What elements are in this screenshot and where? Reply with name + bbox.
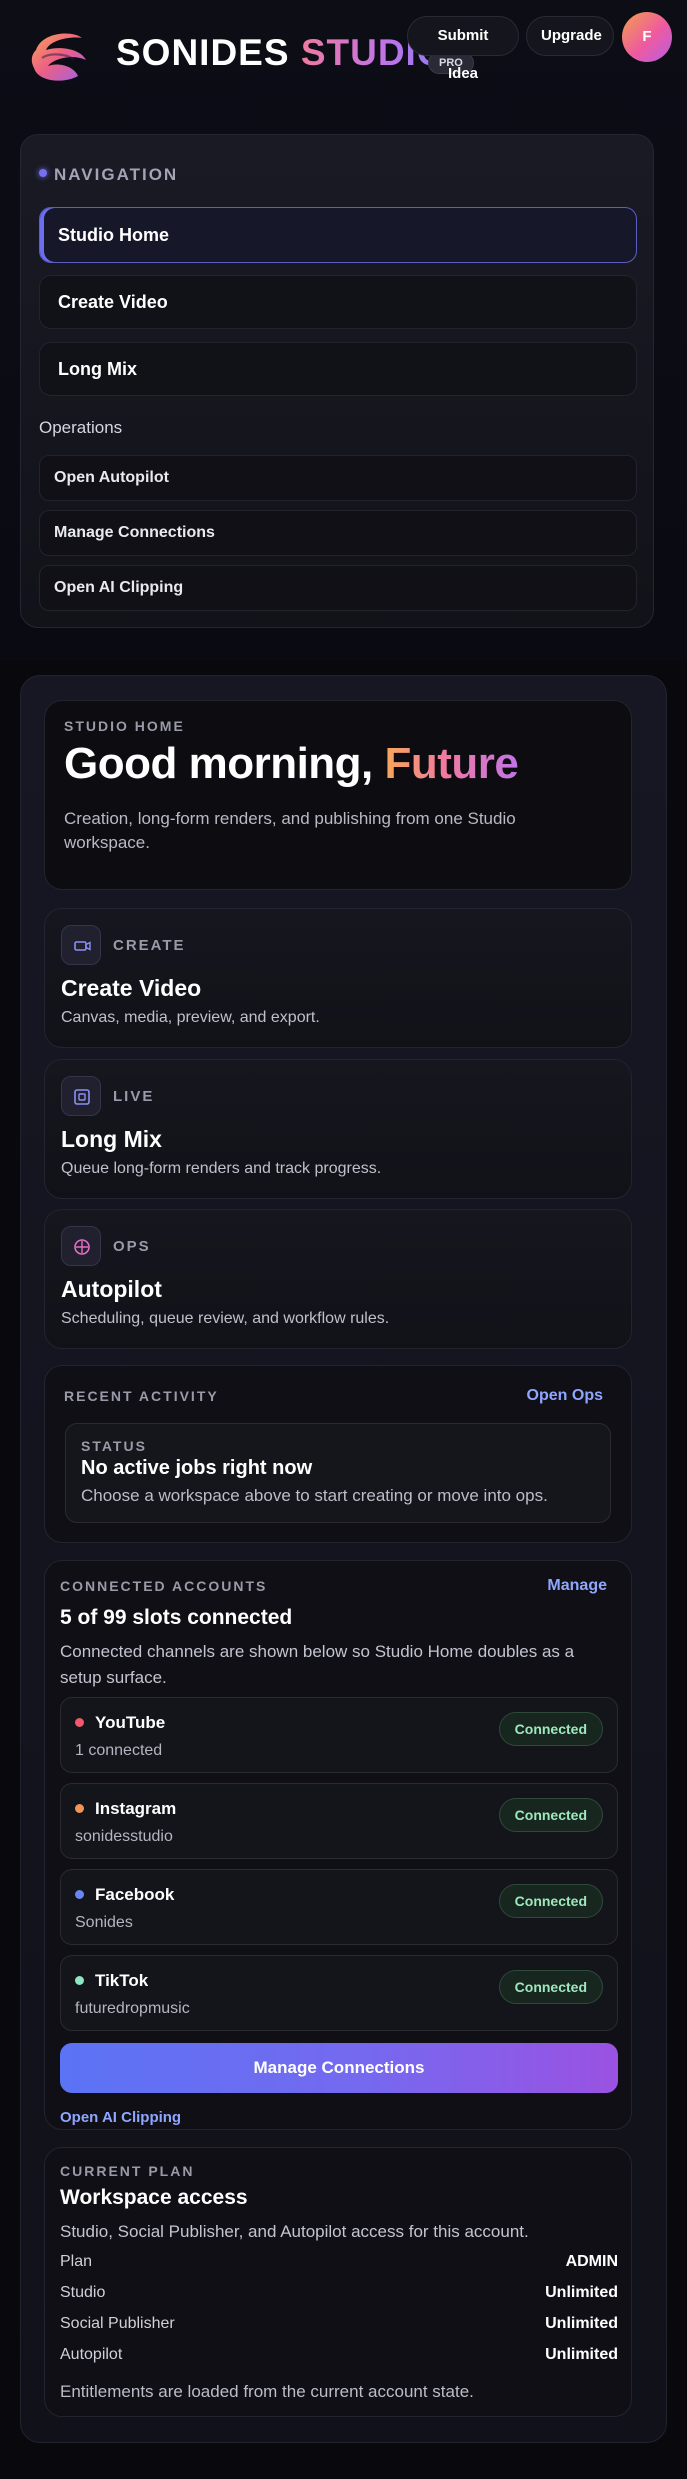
plan-description: Studio, Social Publisher, and Autopilot … [60,2222,529,2241]
nav-op-manage-connections[interactable]: Manage Connections [39,510,637,556]
upgrade-button[interactable]: Upgrade [526,16,614,56]
account-detail: sonidesstudio [75,1828,173,1845]
status-dot-icon [39,169,47,177]
nav-op-open-ai-clipping[interactable]: Open AI Clipping [39,565,637,611]
recent-activity-heading: RECENT ACTIVITY [64,1388,219,1404]
accounts-description: Connected channels are shown below so St… [60,1642,575,1687]
greeting-card: STUDIO HOME Good morning, Future Creatio… [44,700,632,890]
feature-description: Scheduling, queue review, and workflow r… [61,1310,390,1327]
account-row-facebook[interactable]: Facebook Sonides Connected [60,1869,618,1945]
account-detail: futuredropmusic [75,2000,190,2017]
slots-connected-title: 5 of 99 slots connected [60,1606,293,1629]
account-detail: Sonides [75,1914,133,1931]
submit-idea-button[interactable]: Submit Idea [407,16,519,82]
nav-item-studio-home[interactable]: Studio Home [39,207,637,263]
nav-item-create-video[interactable]: Create Video [39,275,637,329]
account-row-tiktok[interactable]: TikTok futuredropmusic Connected [60,1955,618,2031]
feature-title: Create Video [61,975,202,1001]
operations-label: Operations [39,418,123,437]
plan-row-value: Unlimited [545,2284,618,2301]
account-name: Instagram [95,1799,177,1818]
nav-op-label: Open Autopilot [54,469,169,486]
feature-description: Canvas, media, preview, and export. [61,1009,320,1026]
nav-op-label: Open AI Clipping [54,579,184,596]
hero-eyebrow: STUDIO HOME [64,718,185,734]
navigation-panel: NAVIGATION Studio Home Create Video Long… [20,134,654,628]
nav-item-label: Long Mix [58,359,137,379]
status-dot-icon [75,1718,84,1727]
plan-row-value: ADMIN [565,2253,618,2270]
feature-title: Long Mix [61,1126,162,1152]
account-name: Facebook [95,1885,175,1904]
connected-badge: Connected [498,1970,603,2004]
open-ai-clipping-link[interactable]: Open AI Clipping [60,2109,181,2126]
plan-title: Workspace access [60,2186,248,2209]
nav-item-long-mix[interactable]: Long Mix [39,342,637,396]
status-title: No active jobs right now [81,1457,313,1479]
sonides-wave-logo-icon[interactable] [28,28,90,84]
status-description: Choose a workspace above to start creati… [81,1486,548,1505]
navigation-heading: NAVIGATION [39,165,178,185]
status-dot-icon [75,1890,84,1899]
plan-row-value: Unlimited [545,2346,618,2363]
account-name: YouTube [95,1713,166,1732]
status-box: STATUS No active jobs right now Choose a… [65,1423,611,1523]
status-dot-icon [75,1976,84,1985]
feature-description: Queue long-form renders and track progre… [61,1160,382,1177]
navigation-heading-text: NAVIGATION [54,165,179,184]
feature-eyebrow: OPS [113,1238,151,1255]
connected-accounts-heading: CONNECTED ACCOUNTS [60,1578,268,1594]
plan-row-key: Autopilot [60,2346,123,2363]
nav-item-label: Create Video [58,292,168,312]
video-camera-icon [61,925,101,965]
account-detail: 1 connected [75,1742,163,1759]
page-title: Good morning, Future [64,739,519,789]
brand-wordmark: SONIDES STUDIO [116,32,447,74]
connected-badge: Connected [498,1798,603,1832]
feature-eyebrow: CREATE [113,937,186,954]
app-header: SONIDES STUDIO PRO Submit Idea Upgrade F [0,0,687,120]
connected-badge: Connected [498,1884,603,1918]
manage-connections-button[interactable]: Manage Connections [60,2043,618,2093]
status-dot-icon [75,1804,84,1813]
open-ops-link[interactable]: Open Ops [527,1387,603,1405]
long-mix-card[interactable]: LIVE Long Mix Queue long-form renders an… [44,1059,632,1199]
brand-word-sonides: SONIDES [116,32,290,73]
hero-subtitle: Creation, long-form renders, and publish… [64,809,516,852]
nav-item-label: Studio Home [58,225,169,245]
plan-footer-note: Entitlements are loaded from the current… [60,2382,474,2401]
user-name: Future [384,739,519,788]
feature-title: Autopilot [61,1276,162,1302]
recent-activity-card: RECENT ACTIVITY Open Ops STATUS No activ… [44,1365,632,1543]
greeting-text: Good morning, [64,739,385,788]
plan-row-key: Plan [60,2253,93,2270]
current-plan-heading: CURRENT PLAN [60,2163,195,2179]
autopilot-card[interactable]: OPS Autopilot Scheduling, queue review, … [44,1209,632,1349]
account-name: TikTok [95,1971,149,1990]
plan-row-key: Studio [60,2284,106,2301]
status-eyebrow: STATUS [81,1438,147,1454]
plan-row-key: Social Publisher [60,2315,175,2332]
account-row-instagram[interactable]: Instagram sonidesstudio Connected [60,1783,618,1859]
create-video-card[interactable]: CREATE Create Video Canvas, media, previ… [44,908,632,1048]
nav-op-open-autopilot[interactable]: Open Autopilot [39,455,637,501]
user-avatar[interactable]: F [622,12,672,62]
manage-link[interactable]: Manage [547,1577,607,1595]
plan-row-value: Unlimited [545,2315,618,2332]
current-plan-card: CURRENT PLAN Workspace access Studio, So… [44,2147,632,2417]
connected-badge: Connected [498,1712,603,1746]
connected-accounts-card: CONNECTED ACCOUNTS Manage 5 of 99 slots … [44,1560,632,2130]
crosshair-circle-icon [61,1226,101,1266]
account-row-youtube[interactable]: YouTube 1 connected Connected [60,1697,618,1773]
grid-square-icon [61,1076,101,1116]
feature-eyebrow: LIVE [113,1088,155,1105]
nav-op-label: Manage Connections [54,524,215,541]
